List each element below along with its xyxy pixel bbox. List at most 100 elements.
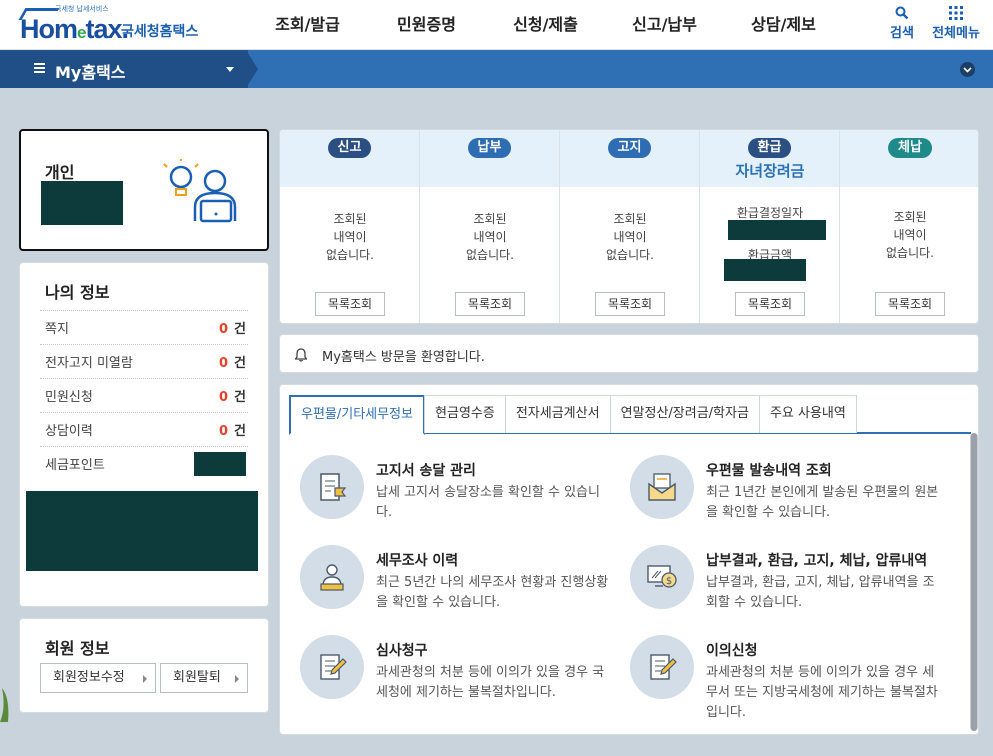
service-title: 세무조사 이력 — [376, 553, 459, 569]
info-row-label: 세금포인트 — [45, 458, 105, 473]
info-row-count: 0건 — [219, 318, 246, 337]
search-label: 검색 — [890, 26, 914, 41]
vertical-scrollbar[interactable] — [970, 433, 978, 731]
nav-item-certificate[interactable]: 민원증명 — [367, 0, 486, 50]
status-badge: 납부 — [467, 138, 512, 158]
list-lookup-button[interactable]: 목록조회 — [595, 292, 665, 316]
hamburger-icon — [34, 63, 45, 73]
svg-text:$: $ — [666, 576, 672, 587]
message-line: 조회된 — [613, 212, 647, 226]
welcome-banner: My홈택스 방문을 환영합니다. — [279, 334, 979, 373]
status-badge: 환급 — [747, 138, 792, 158]
personal-card[interactable]: 개인 — [19, 129, 269, 251]
list-lookup-button[interactable]: 목록조회 — [735, 292, 805, 316]
tab-cash-receipt[interactable]: 현금영수증 — [424, 395, 506, 433]
welcome-text: My홈택스 방문을 환영합니다. — [322, 350, 485, 365]
list-lookup-button[interactable]: 목록조회 — [455, 292, 525, 316]
expand-toggle-button[interactable] — [960, 62, 975, 77]
logo-brand: Hometax. — [20, 14, 129, 45]
tab-usage-history[interactable]: 주요 사용내역 — [758, 395, 857, 433]
count-unit: 건 — [234, 356, 246, 371]
message-line: 없습니다. — [886, 246, 934, 260]
redacted-refund-amount — [724, 259, 806, 281]
service-payment-results[interactable]: $ 납부결과, 환급, 고지, 체납, 압류내역 납부결과, 환급, 고지, 체… — [630, 545, 950, 625]
info-row-count: 0건 — [219, 420, 246, 439]
service-tax-audit-history[interactable]: 세무조사 이력 최근 5년간 나의 세무조사 현황과 진행상황을 확인할 수 있… — [300, 545, 620, 625]
count-value: 0 — [218, 356, 229, 371]
service-mail-history[interactable]: 우편물 발송내역 조회 최근 1년간 본인에게 발송된 우편물의 원본을 확인할… — [630, 455, 950, 535]
person-computer-icon — [163, 157, 243, 229]
info-row-e-notice[interactable]: 전자고지 미열람 0건 — [40, 344, 248, 378]
status-col-payment: 납부 조회된 내역이 없습니다. 목록조회 — [420, 130, 560, 323]
withdraw-member-button[interactable]: 회원탈퇴 — [160, 663, 248, 693]
top-header: 국세청 납세서비스 Hometax. 국세청홈택스 조회/발급 민원증명 신청/… — [0, 0, 993, 50]
service-title: 심사청구 — [376, 643, 428, 659]
status-col-filing: 신고 조회된 내역이 없습니다. 목록조회 — [280, 130, 420, 323]
search-button[interactable]: 검색 — [884, 4, 920, 41]
document-pen-icon — [300, 635, 364, 699]
info-row-label: 전자고지 미열람 — [45, 356, 133, 371]
my-info-title: 나의 정보 — [45, 283, 110, 302]
info-row-messages[interactable]: 쪽지 0건 — [40, 310, 248, 344]
tab-year-end-settlement[interactable]: 연말정산/장려금/학자금 — [609, 395, 760, 433]
document-pen-icon — [630, 635, 694, 699]
info-row-label: 쪽지 — [45, 322, 69, 337]
scrollbar-thumb[interactable] — [971, 433, 977, 731]
message-line: 없습니다. — [606, 248, 654, 262]
personal-label: 개인 — [45, 163, 75, 182]
tab-mail-tax-info[interactable]: 우편물/기타세무정보 — [289, 395, 426, 435]
service-title: 우편물 발송내역 조회 — [706, 463, 832, 479]
all-menu-button[interactable]: 전체메뉴 — [928, 4, 984, 41]
service-desc: 납세 고지서 송달장소를 확인할 수 있습니다. — [376, 485, 600, 520]
edit-member-button[interactable]: 회원정보수정 — [40, 663, 156, 693]
service-desc: 과세관청의 처분 등에 이의가 있을 경우 세무서 또는 지방국세청에 제기하는… — [706, 665, 938, 720]
status-head: 고지 — [560, 130, 699, 187]
caret-down-icon — [226, 67, 234, 72]
count-value: 0 — [218, 322, 229, 337]
nav-item-report-pay[interactable]: 신고/납부 — [605, 0, 724, 50]
service-objection[interactable]: 이의신청 과세관청의 처분 등에 이의가 있을 경우 세무서 또는 지방국세청에… — [630, 635, 950, 720]
tab-e-tax-invoice[interactable]: 전자세금계산서 — [504, 395, 611, 433]
status-col-arrears: 체납 조회된 내역이 없습니다. 목록조회 — [840, 130, 978, 323]
tax-status-panel: 신고 조회된 내역이 없습니다. 목록조회 납부 조회된 내역이 없습니다. 목… — [279, 129, 979, 324]
decorative-plant — [0, 682, 10, 722]
message-line: 조회된 — [893, 210, 927, 224]
nav-item-application[interactable]: 신청/제출 — [486, 0, 605, 50]
redacted-refund-date — [728, 220, 826, 240]
redacted-user-name — [41, 181, 123, 225]
logo-korean: 국세청홈택스 — [121, 24, 199, 40]
nav-item-lookup[interactable]: 조회/발급 — [248, 0, 367, 50]
list-lookup-button[interactable]: 목록조회 — [875, 292, 945, 316]
logo-tagline: 국세청 납세서비스 — [55, 5, 109, 13]
my-hometax-dropdown[interactable]: My홈택스 — [0, 50, 248, 88]
info-row-label: 상담이력 — [45, 424, 93, 439]
member-info-title: 회원 정보 — [45, 639, 110, 658]
service-notice-delivery[interactable]: 고지서 송달 관리 납세 고지서 송달장소를 확인할 수 있습니다. — [300, 455, 620, 535]
message-line: 없습니다. — [466, 248, 514, 262]
service-desc: 납부결과, 환급, 고지, 체납, 압류내역을 조회할 수 있습니다. — [706, 575, 935, 610]
status-badge: 신고 — [327, 138, 372, 158]
refund-subtitle: 자녀장려금 — [735, 162, 805, 180]
info-row-tax-points[interactable]: 세금포인트 — [40, 446, 248, 480]
service-desc: 최근 1년간 본인에게 발송된 우편물의 원본을 확인할 수 있습니다. — [706, 485, 939, 520]
chevron-down-icon — [963, 66, 972, 73]
breadcrumb-arrow — [246, 50, 258, 88]
nav-item-consult[interactable]: 상담/제보 — [724, 0, 843, 50]
message-line: 내역이 — [333, 230, 367, 244]
redacted-block — [26, 491, 258, 571]
info-row-consult-history[interactable]: 상담이력 0건 — [40, 412, 248, 446]
count-unit: 건 — [234, 322, 246, 337]
info-row-civil-requests[interactable]: 민원신청 0건 — [40, 378, 248, 412]
grid-menu-icon — [928, 4, 984, 22]
hometax-logo[interactable]: 국세청 납세서비스 Hometax. 국세청홈택스 — [18, 4, 208, 46]
status-head: 신고 — [280, 130, 419, 187]
document-flag-icon — [300, 455, 364, 519]
refund-date-label: 환급결정일자 — [736, 206, 804, 220]
count-unit: 건 — [234, 424, 246, 439]
member-info-panel: 회원 정보 회원정보수정 회원탈퇴 — [19, 618, 269, 713]
status-message: 조회된 내역이 없습니다. — [420, 210, 560, 264]
bell-icon — [294, 347, 308, 366]
list-lookup-button[interactable]: 목록조회 — [315, 292, 385, 316]
service-title: 고지서 송달 관리 — [376, 463, 476, 479]
service-review-request[interactable]: 심사청구 과세관청의 처분 등에 이의가 있을 경우 국세청에 제기하는 불복절… — [300, 635, 620, 715]
